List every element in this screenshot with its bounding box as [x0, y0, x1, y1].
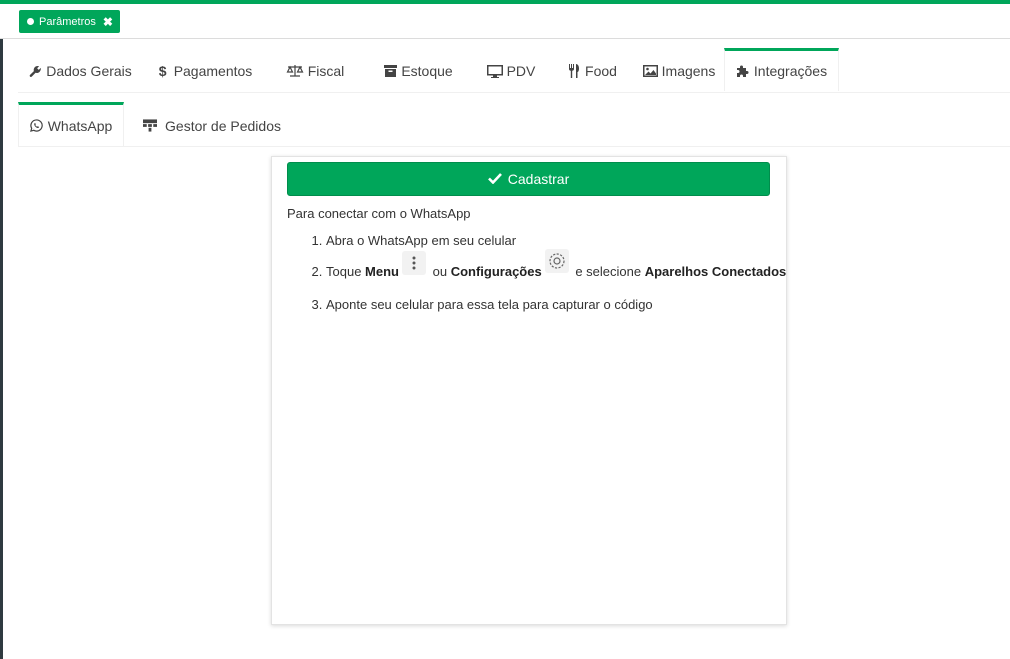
tab-label: Imagens: [661, 63, 716, 79]
tab-pagamentos[interactable]: $ Pagamentos: [142, 48, 266, 91]
tab-label: WhatsApp: [47, 117, 113, 134]
cadastrar-button-label: Cadastrar: [507, 171, 570, 187]
tab-label: Gestor de Pedidos: [165, 117, 281, 134]
tab-gestor-de-pedidos[interactable]: Gestor de Pedidos: [124, 102, 300, 146]
intro-text: Para conectar com o WhatsApp: [287, 206, 471, 221]
tab-imagens[interactable]: Imagens: [634, 48, 724, 91]
tab-whatsapp[interactable]: WhatsApp: [18, 102, 124, 146]
aparelhos-conectados-keyword: Aparelhos Conectados: [644, 264, 787, 279]
tab-pdv[interactable]: PDV: [472, 48, 550, 91]
configuracoes-keyword: Configurações: [450, 264, 542, 279]
tab-label: Integrações: [753, 63, 828, 79]
tab-label: Food: [585, 63, 617, 79]
tab-label: Estoque: [401, 63, 453, 79]
close-icon[interactable]: ✖: [103, 15, 113, 29]
menu-keyword: Menu: [365, 264, 399, 279]
parametros-page-tab[interactable]: Parâmetros ✖: [19, 10, 120, 33]
window-tab-bar: Parâmetros ✖: [0, 4, 1010, 39]
desktop-icon: [486, 64, 503, 78]
tab-dados-gerais[interactable]: Dados Gerais: [18, 48, 142, 91]
instruction-steps: Abra o WhatsApp em seu celular Toque Men…: [287, 232, 816, 314]
tab-fiscal[interactable]: Fiscal: [266, 48, 364, 91]
whatsapp-connect-card: Cadastrar Para conectar com o WhatsApp A…: [271, 156, 787, 625]
tab-label: Fiscal: [307, 63, 345, 79]
step-1-text: Abra o WhatsApp em seu celular: [326, 233, 517, 248]
balance-scale-icon: [286, 64, 304, 78]
kebab-menu-icon: [402, 251, 426, 275]
main-tabs: Dados Gerais $ Pagamentos Fiscal Estoque…: [18, 48, 1010, 93]
tab-estoque[interactable]: Estoque: [364, 48, 472, 91]
tab-food[interactable]: Food: [550, 48, 634, 91]
circle-icon: [27, 18, 34, 25]
step-2-text: e selecione: [571, 264, 645, 279]
step-2: Toque Menu ou Configurações e selecione …: [326, 249, 816, 284]
step-2-text: ou: [429, 264, 451, 279]
sub-tabs: WhatsApp Gestor de Pedidos: [18, 102, 1010, 147]
dollar-icon: $: [158, 63, 167, 79]
cutlery-icon: [567, 64, 581, 78]
settings-gear-icon: [544, 249, 569, 273]
archive-icon: [383, 64, 397, 78]
sitemap-icon: [143, 119, 158, 133]
check-icon: [487, 171, 502, 187]
content-area: Dados Gerais $ Pagamentos Fiscal Estoque…: [3, 39, 1010, 659]
cadastrar-button[interactable]: Cadastrar: [287, 162, 770, 196]
step-1: Abra o WhatsApp em seu celular: [326, 232, 816, 250]
image-icon: [642, 64, 658, 78]
wrench-icon: [28, 64, 42, 78]
tab-label: Dados Gerais: [46, 63, 132, 79]
tab-label: PDV: [506, 63, 536, 79]
tab-integracoes[interactable]: Integrações: [724, 48, 839, 91]
puzzle-icon: [736, 64, 750, 78]
step-2-text: Toque: [326, 264, 366, 279]
page-tab-label: Parâmetros: [39, 15, 96, 28]
whatsapp-icon: [30, 119, 44, 133]
tab-label: Pagamentos: [173, 63, 253, 79]
step-3: Aponte seu celular para essa tela para c…: [326, 296, 816, 314]
step-3-text: Aponte seu celular para essa tela para c…: [326, 297, 653, 312]
